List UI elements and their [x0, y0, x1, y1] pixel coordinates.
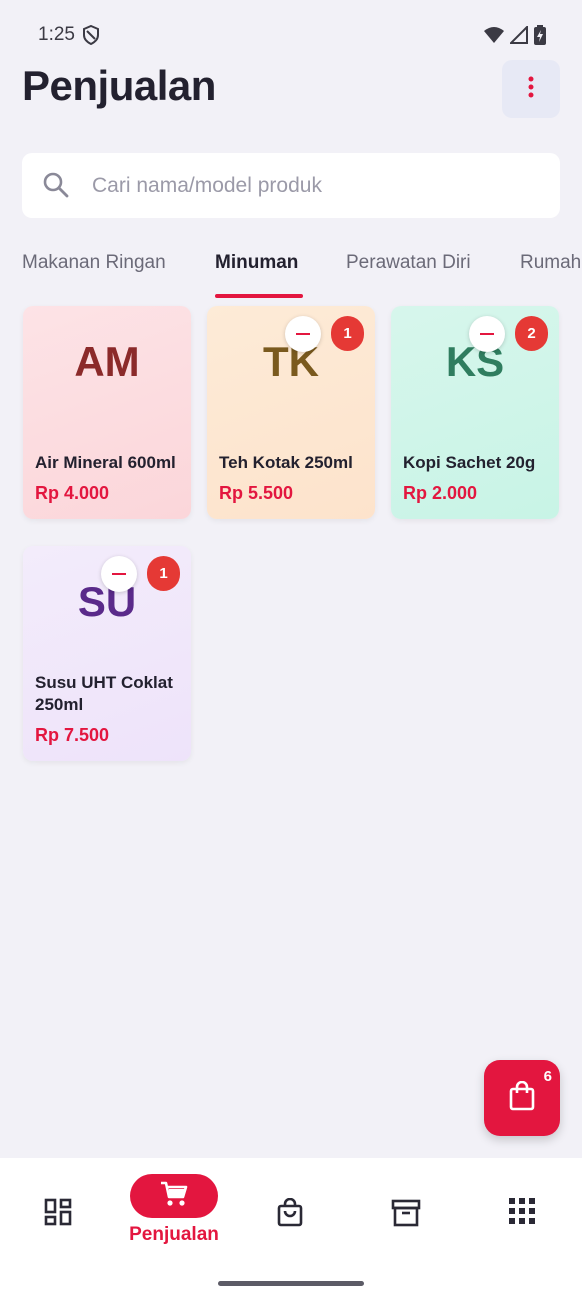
category-tabs: Makanan Ringan Minuman Perawatan Diri Ru… — [0, 240, 582, 300]
search-input[interactable] — [92, 153, 542, 218]
cart-count-badge: 6 — [543, 1068, 552, 1085]
decrease-qty-button[interactable] — [101, 556, 137, 592]
product-name: Kopi Sachet 20g — [403, 453, 536, 472]
tab-rumah[interactable]: Rumah — [520, 252, 581, 274]
product-card-susu-uht[interactable]: SU Susu UHT Coklat 250ml Rp 7.500 1 — [23, 546, 191, 761]
status-bar: 1:25 — [0, 0, 582, 70]
bottom-navigation: Penjualan — [0, 1158, 582, 1300]
product-price: Rp 2.000 — [403, 483, 478, 503]
more-menu-button[interactable] — [502, 60, 560, 118]
nav-item-apps[interactable] — [464, 1158, 580, 1258]
product-price: Rp 7.500 — [35, 725, 110, 745]
search-bar[interactable] — [22, 153, 560, 218]
nav-item-archive[interactable] — [348, 1158, 464, 1258]
decrease-qty-button[interactable] — [469, 316, 505, 352]
nav-item-bag[interactable] — [232, 1158, 348, 1258]
archive-icon — [348, 1198, 464, 1228]
product-card-teh-kotak[interactable]: TK Teh Kotak 250ml Rp 5.500 1 — [207, 306, 375, 519]
cart-fab-button[interactable]: 6 — [484, 1060, 560, 1136]
shopping-bag-icon — [509, 1080, 535, 1116]
nav-active-pill — [130, 1174, 218, 1218]
dashboard-icon — [0, 1198, 116, 1226]
home-indicator[interactable] — [218, 1281, 364, 1286]
product-price: Rp 4.000 — [35, 483, 110, 503]
status-time: 1:25 — [38, 24, 75, 45]
shield-icon — [82, 24, 100, 50]
qty-badge: 1 — [331, 316, 364, 351]
qty-badge: 1 — [147, 556, 180, 591]
search-icon — [42, 171, 70, 204]
wifi-icon — [484, 27, 504, 48]
minus-icon — [480, 333, 494, 335]
signal-icon — [508, 24, 528, 49]
active-tab-indicator — [215, 294, 303, 298]
qty-badge: 2 — [515, 316, 548, 351]
nav-label-penjualan: Penjualan — [129, 1224, 219, 1245]
product-card-air-mineral[interactable]: AM Air Mineral 600ml Rp 4.000 — [23, 306, 191, 519]
nav-item-dashboard[interactable] — [0, 1158, 116, 1258]
decrease-qty-button[interactable] — [285, 316, 321, 352]
product-name: Air Mineral 600ml — [35, 453, 176, 472]
battery-icon — [534, 25, 546, 50]
apps-grid-icon — [464, 1198, 580, 1224]
bag-icon — [232, 1198, 348, 1228]
tab-minuman[interactable]: Minuman — [215, 252, 298, 274]
product-card-kopi-sachet[interactable]: KS Kopi Sachet 20g Rp 2.000 2 — [391, 306, 559, 519]
nav-item-penjualan[interactable]: Penjualan — [116, 1158, 232, 1258]
tab-makanan-ringan[interactable]: Makanan Ringan — [22, 252, 166, 274]
product-initials: AM — [74, 338, 140, 385]
product-name: Teh Kotak 250ml — [219, 453, 353, 472]
status-icons — [484, 24, 546, 50]
page-title: Penjualan — [22, 62, 216, 109]
minus-icon — [112, 573, 126, 575]
tab-perawatan-diri[interactable]: Perawatan Diri — [346, 252, 471, 274]
product-price: Rp 5.500 — [219, 483, 294, 503]
cart-icon — [160, 1181, 188, 1212]
product-name: Susu UHT Coklat 250ml — [35, 673, 173, 714]
more-vertical-icon — [528, 76, 534, 103]
minus-icon — [296, 333, 310, 335]
